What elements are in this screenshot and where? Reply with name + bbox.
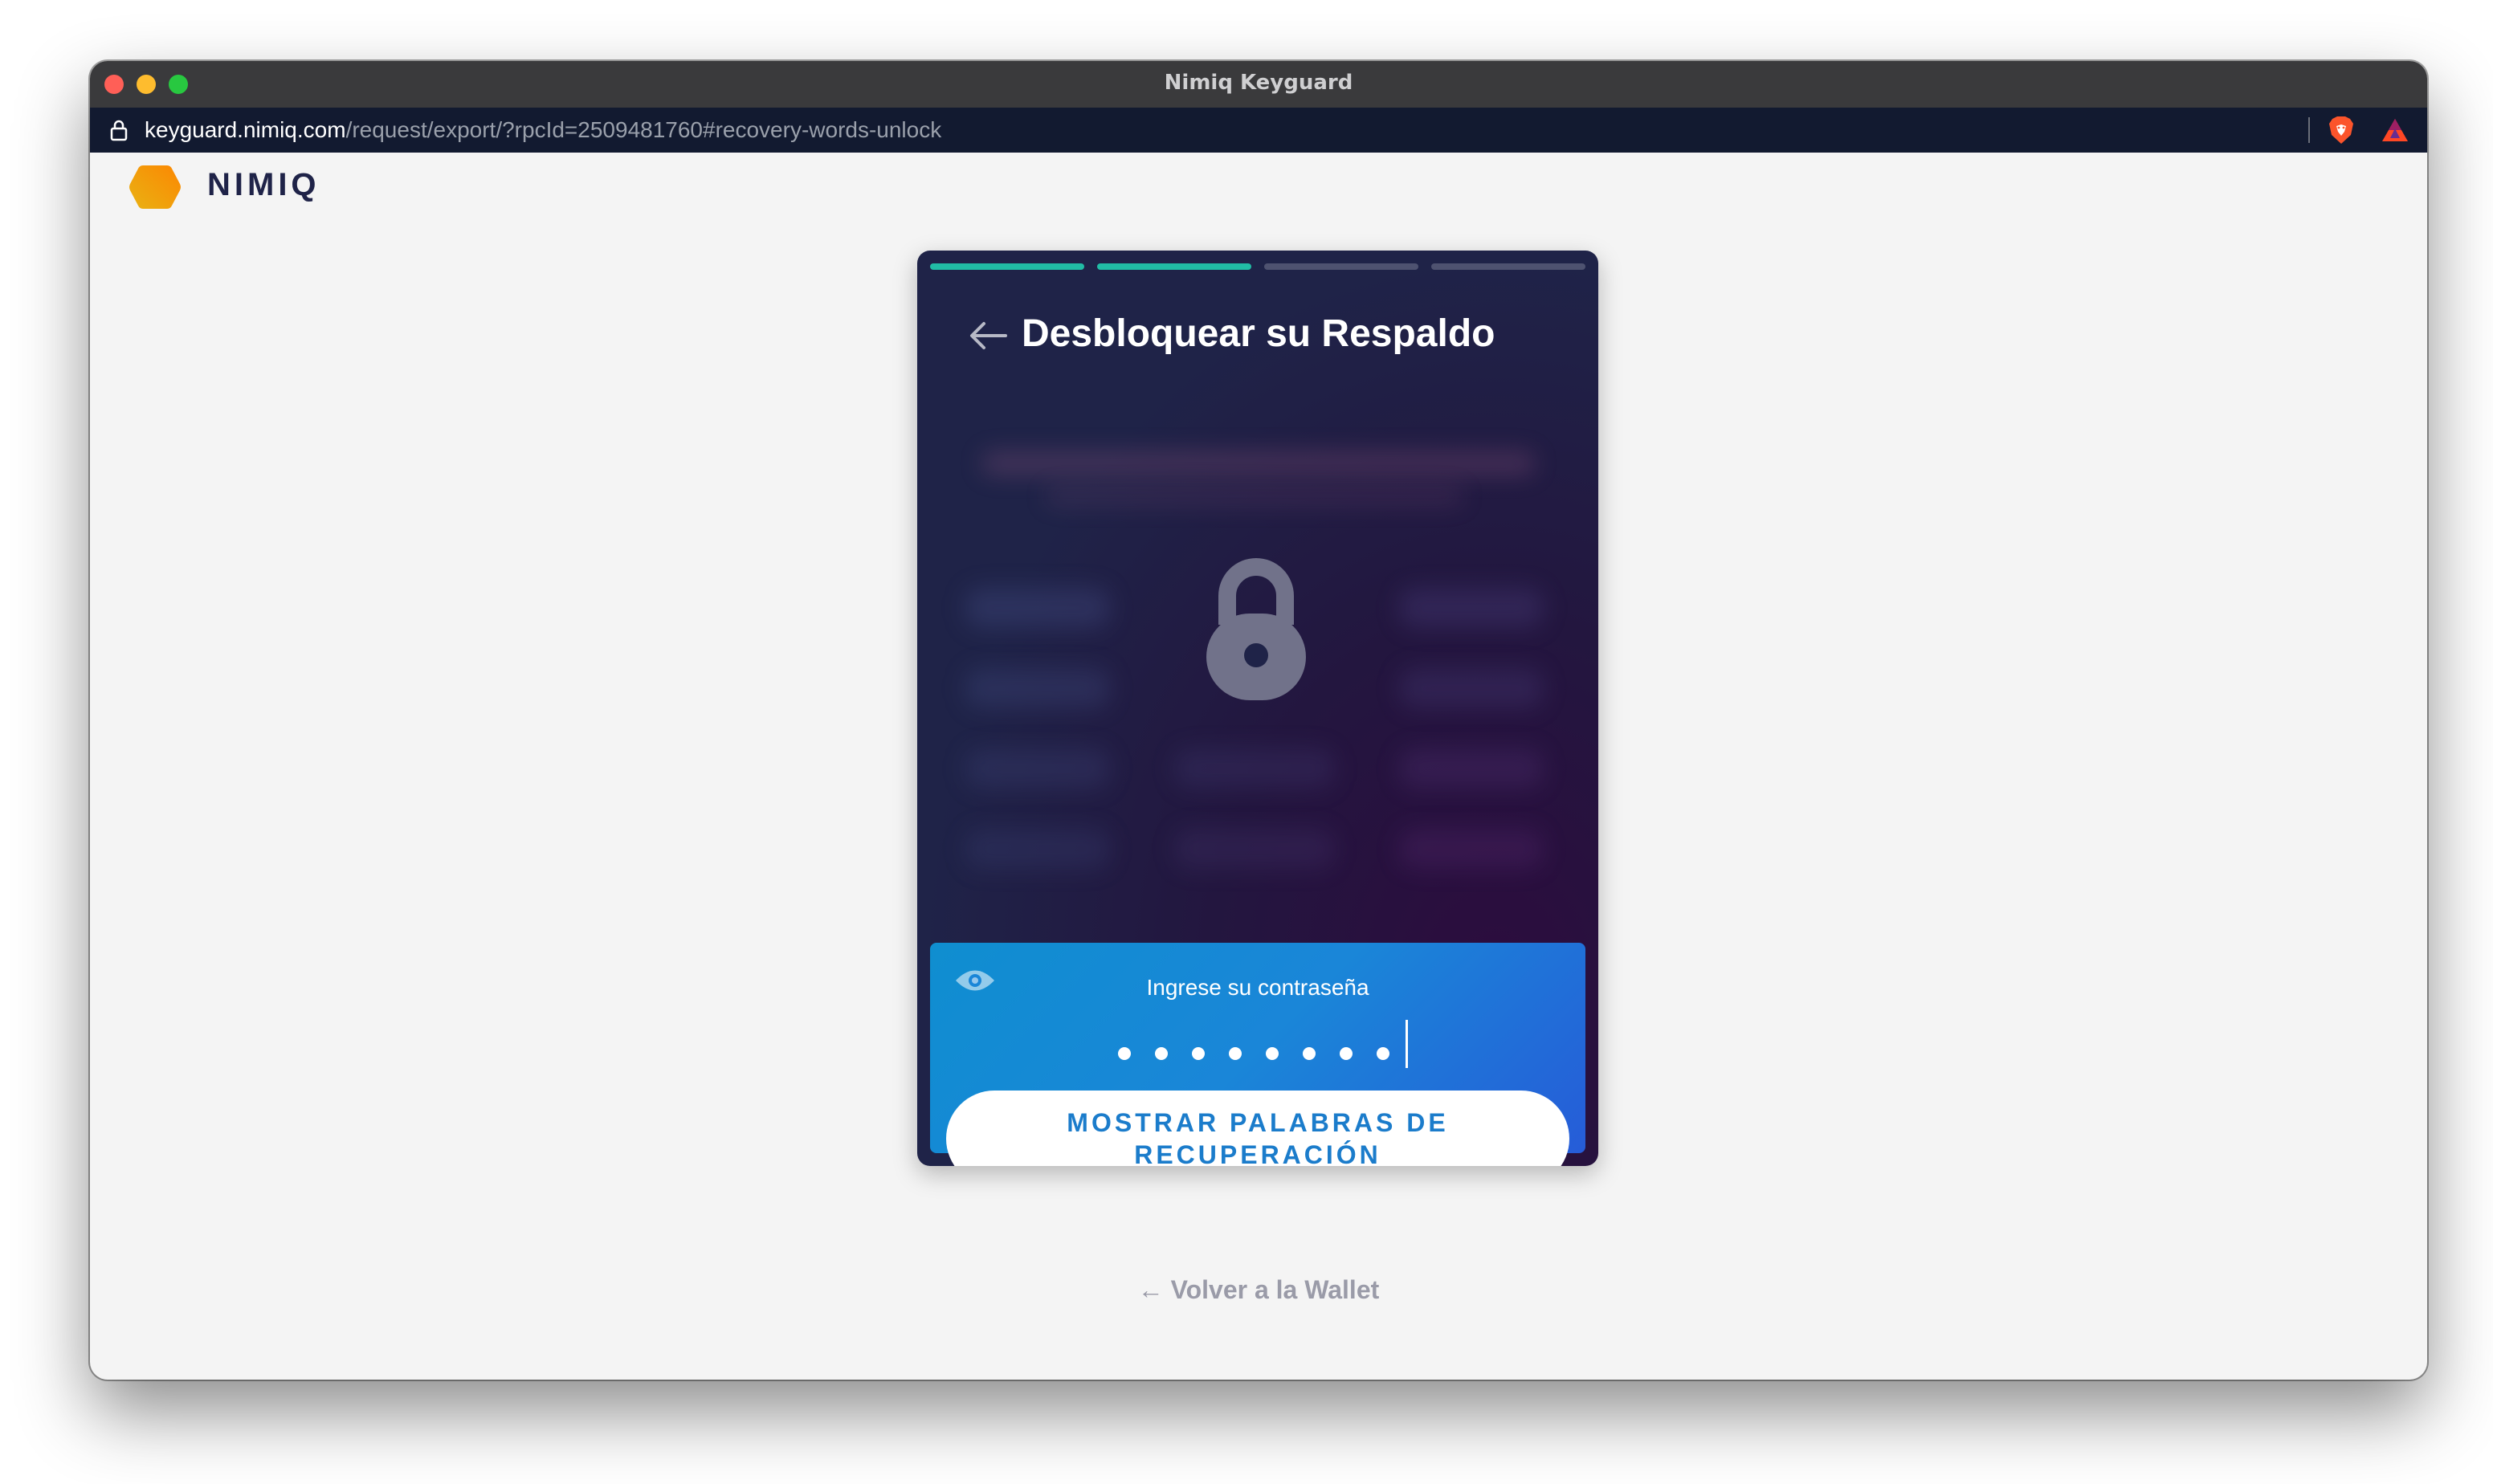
blurred-text-line — [1046, 487, 1463, 505]
arrow-left-icon[interactable] — [969, 320, 1007, 352]
blurred-word — [1174, 829, 1335, 869]
blurred-word — [1399, 668, 1544, 708]
blurred-word — [965, 829, 1110, 869]
url-text[interactable]: keyguard.nimiq.com/request/export/?rpcId… — [145, 117, 941, 143]
title-bar: Nimiq Keyguard — [90, 61, 2427, 108]
brand-name: NIMIQ — [207, 167, 320, 202]
show-recovery-words-button[interactable]: MOSTRAR PALABRAS DE RECUPERACIÓN — [946, 1091, 1569, 1166]
blurred-text-line — [981, 451, 1536, 475]
password-panel: Ingrese su contraseña MOSTRAR PALABRAS D… — [930, 943, 1585, 1166]
password-input[interactable] — [1115, 1044, 1404, 1063]
url-path: /request/export/?rpcId=2509481760#recove… — [345, 117, 942, 142]
blurred-word — [965, 668, 1110, 708]
bat-triangle-icon[interactable] — [2381, 117, 2409, 143]
blurred-word — [965, 588, 1110, 628]
browser-window: Nimiq Keyguard keyguard.nimiq.com/reques… — [90, 61, 2427, 1380]
return-to-wallet-link[interactable]: ← Volver a la Wallet — [90, 1275, 2427, 1305]
progress-step-1 — [930, 263, 1084, 270]
url-host: keyguard.nimiq.com — [145, 117, 346, 142]
blurred-word — [1399, 588, 1544, 628]
progress-step-3 — [1264, 263, 1418, 270]
blurred-word — [1174, 748, 1335, 789]
window-title: Nimiq Keyguard — [1164, 71, 1353, 95]
progress-step-4 — [1431, 263, 1585, 270]
toolbar-divider — [2308, 117, 2310, 143]
export-card: Desbloquear su Respaldo Ingrese su contr… — [917, 251, 1598, 1166]
card-title: Desbloquear su Respaldo — [1022, 312, 1495, 355]
blurred-word — [1399, 748, 1544, 789]
progress-step-2 — [1097, 263, 1251, 270]
blurred-word — [965, 748, 1110, 789]
lock-icon — [110, 120, 128, 141]
password-label: Ingrese su contraseña — [1146, 975, 1369, 1000]
text-caret — [1406, 1020, 1408, 1068]
nimiq-hexagon-icon — [129, 165, 181, 209]
address-bar[interactable]: keyguard.nimiq.com/request/export/?rpcId… — [90, 108, 2427, 153]
padlock-icon — [1206, 558, 1306, 700]
brave-lion-icon[interactable] — [2328, 116, 2355, 145]
blurred-word — [1399, 829, 1544, 869]
